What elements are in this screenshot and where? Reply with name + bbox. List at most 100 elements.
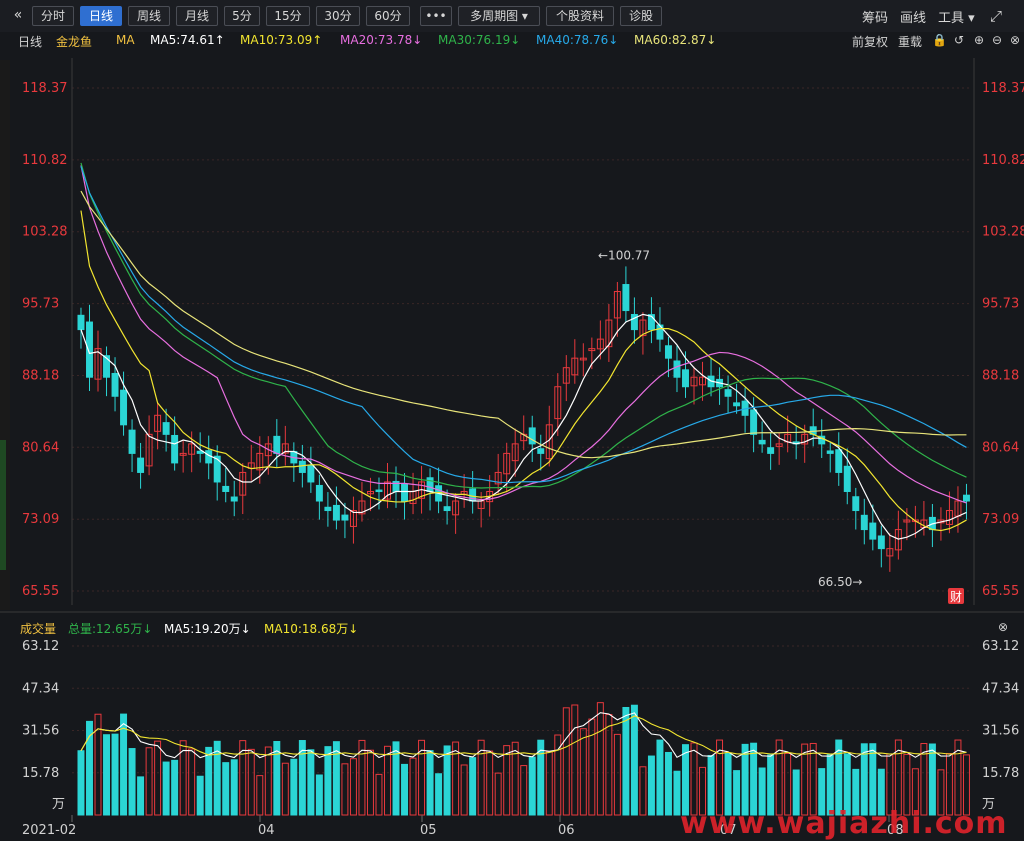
candle-body [673, 360, 681, 378]
candle-body [86, 321, 93, 378]
volume-bar [366, 749, 374, 816]
candle-body [162, 422, 170, 435]
volume-bar [332, 741, 340, 816]
candle-body [750, 409, 758, 435]
volume-bar [579, 728, 587, 816]
price-tick-right: 73.09 [982, 512, 1019, 527]
price-tick-right: 103.28 [982, 225, 1024, 240]
volume-bar [196, 775, 204, 816]
volume-bar [392, 741, 400, 816]
volume-bar [690, 742, 698, 816]
volume-bar [639, 766, 647, 816]
candle-body [120, 389, 128, 426]
volume-ma10: MA10:18.68万↓ [264, 622, 359, 636]
price-tick-left: 118.37 [22, 81, 68, 96]
price-tick-left: 95.73 [22, 297, 59, 312]
volume-tick-right: 15.78 [982, 766, 1019, 781]
candle-body [826, 450, 834, 454]
volume-bar [230, 759, 238, 816]
volume-bar [443, 745, 451, 816]
price-tick-left: 110.82 [22, 153, 68, 168]
volume-bar [596, 702, 604, 816]
watermark: www.wajiazhi.com [680, 806, 1008, 841]
volume-bar [809, 742, 817, 816]
candle-body [682, 369, 689, 388]
price-tick-right: 95.73 [982, 297, 1019, 312]
x-tick-label: 04 [258, 823, 275, 838]
volume-bar [154, 740, 162, 816]
x-tick-label: 06 [558, 823, 575, 838]
price-tick-left: 88.18 [22, 368, 59, 383]
volume-bar [77, 750, 85, 816]
volume-bar [281, 762, 289, 816]
volume-title: 成交量 [20, 622, 57, 636]
low-annotation: 66.50→ [818, 575, 862, 589]
volume-bar [741, 743, 749, 816]
volume-bar [409, 757, 417, 816]
candle-body [767, 447, 775, 454]
price-tick-right: 118.37 [982, 81, 1024, 96]
candle-body [273, 435, 281, 454]
candle-body [724, 389, 732, 397]
volume-bar [171, 759, 179, 816]
volume-bar [103, 734, 111, 816]
volume-tick-left: 47.34 [22, 681, 59, 696]
volume-tick-left: 31.56 [22, 724, 59, 739]
candle-body [537, 448, 545, 454]
volume-bar [562, 707, 570, 816]
candle-body [332, 504, 340, 521]
price-tick-right: 110.82 [982, 153, 1024, 168]
candle-body [852, 496, 860, 512]
volume-bar [222, 762, 230, 816]
candle-body [401, 483, 409, 502]
volume-bar [315, 774, 323, 816]
candle-body [375, 489, 383, 493]
volume-bar [613, 733, 621, 816]
price-tick-left: 73.09 [22, 512, 59, 527]
candle-body [298, 460, 306, 473]
finance-badge-label: 财 [950, 590, 962, 604]
ma10-line [80, 210, 967, 532]
volume-bar [162, 761, 170, 816]
volume-unit-left: 万 [52, 797, 65, 812]
candle-body [111, 372, 119, 397]
candle-body [137, 457, 145, 473]
volume-tick-left: 63.12 [22, 639, 59, 654]
volume-bar [145, 747, 153, 816]
volume-bar [324, 746, 332, 816]
volume-tick-right: 47.34 [982, 681, 1019, 696]
candlestick-chart[interactable]: 118.37 118.37 110.82 110.82 103.28 103.28 95.7… [0, 0, 1024, 838]
volume-ma5: MA5:19.20万↓ [164, 622, 251, 636]
candle-body [324, 506, 332, 512]
high-annotation: ←100.77 [598, 249, 650, 263]
volume-bar [469, 757, 477, 816]
volume-tick-right: 31.56 [982, 724, 1019, 739]
candle-body [962, 494, 970, 502]
volume-bar [435, 773, 443, 816]
candle-body [230, 496, 238, 502]
volume-bar [545, 751, 553, 816]
volume-bar [256, 775, 264, 816]
close-icon[interactable]: ⊗ [998, 620, 1008, 634]
candle-body [869, 522, 877, 540]
volume-bar [205, 746, 213, 816]
volume-bar [452, 741, 460, 816]
candle-body [877, 535, 885, 550]
candle-body [664, 345, 672, 359]
candle-body [77, 314, 85, 331]
volume-bar [247, 748, 255, 816]
volume-total: 总量:12.65万↓ [68, 622, 153, 636]
candle-body [315, 484, 323, 502]
candle-body [213, 455, 221, 483]
volume-bar [290, 758, 298, 816]
volume-bar [384, 745, 391, 816]
candle-body [656, 324, 664, 340]
candle-body [341, 514, 349, 521]
volume-bar [486, 750, 494, 816]
x-tick-label: 05 [420, 823, 437, 838]
volume-bar [137, 776, 145, 816]
candle-body [307, 464, 315, 483]
x-tick-label: 2021-02 [22, 823, 76, 838]
volume-bar [426, 750, 434, 816]
volume-bar [571, 704, 579, 816]
